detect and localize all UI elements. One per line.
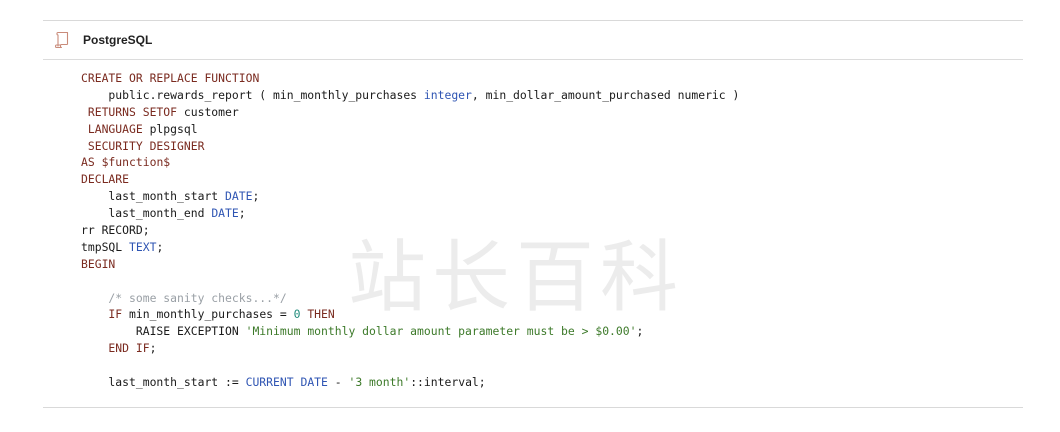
code-token: END IF	[81, 341, 150, 356]
code-token: RAISE EXCEPTION	[81, 324, 246, 339]
code-token: SECURITY DESIGNER	[81, 138, 205, 153]
code-token: 'Minimum monthly dollar amount parameter…	[245, 324, 637, 339]
code-token: ;	[238, 206, 246, 221]
code-line: tmpSQL TEXT;	[81, 239, 1023, 256]
code-token: tmpSQL	[81, 239, 130, 254]
code-token: -	[327, 375, 349, 390]
code-line: /* some sanity checks...*/	[81, 290, 1023, 307]
code-token: CURRENT DATE	[245, 375, 328, 390]
code-block: PostgreSQL 站长百科 CREATE OR REPLACE FUNCTI…	[43, 20, 1023, 408]
code-token: DATE	[225, 189, 253, 204]
code-token: $function$	[101, 155, 171, 170]
code-line: last_month_end DATE;	[81, 205, 1023, 222]
code-block-header: PostgreSQL	[43, 21, 1023, 60]
code-token: , min_dollar_amount_purchased numeric )	[471, 87, 740, 102]
code-token: /* some sanity checks...*/	[81, 290, 287, 305]
code-token: customer	[183, 104, 239, 119]
code-token: BEGIN	[81, 256, 116, 271]
code-token: ::interval;	[410, 375, 486, 390]
code-line: BEGIN	[81, 256, 1023, 273]
code-token: CREATE OR REPLACE FUNCTION	[81, 71, 260, 85]
code-content[interactable]: 站长百科 CREATE OR REPLACE FUNCTION public.r…	[43, 60, 1023, 406]
code-token: ;	[636, 324, 644, 339]
code-token: public.rewards_report ( min_monthly_purc…	[81, 87, 424, 102]
code-token: ;	[149, 341, 157, 356]
code-token: IF	[81, 307, 130, 322]
code-line: CREATE OR REPLACE FUNCTION	[81, 70, 1023, 87]
code-token: AS	[81, 155, 102, 170]
code-token: '3 month'	[348, 375, 411, 390]
code-token: min_monthly_purchases =	[129, 307, 294, 322]
code-line: DECLARE	[81, 171, 1023, 188]
code-token: last_month_start :=	[81, 375, 246, 390]
code-token: last_month_start	[81, 189, 226, 204]
code-line: AS $function$	[81, 154, 1023, 171]
code-token: plpgsql	[149, 121, 198, 136]
document-scroll-icon	[51, 29, 73, 51]
code-line: public.rewards_report ( min_monthly_purc…	[81, 87, 1023, 104]
code-line: rr RECORD;	[81, 222, 1023, 239]
code-line: last_month_start DATE;	[81, 188, 1023, 205]
code-line: RETURNS SETOF customer	[81, 104, 1023, 121]
code-token: ;	[142, 223, 150, 238]
code-token: LANGUAGE	[81, 121, 150, 136]
code-token: RECORD	[101, 223, 143, 238]
code-token: ;	[156, 239, 164, 254]
code-line: IF min_monthly_purchases = 0 THEN	[81, 306, 1023, 323]
code-token: THEN	[300, 307, 335, 322]
code-token: ;	[252, 189, 260, 204]
code-token: RETURNS SETOF	[81, 104, 184, 119]
code-token: TEXT	[129, 239, 157, 254]
code-token: DATE	[211, 206, 239, 221]
code-token: last_month_end	[81, 206, 212, 221]
language-label: PostgreSQL	[83, 33, 153, 47]
code-line: RAISE EXCEPTION 'Minimum monthly dollar …	[81, 323, 1023, 340]
code-token: rr	[81, 223, 102, 238]
code-line: LANGUAGE plpgsql	[81, 121, 1023, 138]
code-token: DECLARE	[81, 172, 130, 187]
code-line: last_month_start := CURRENT DATE - '3 mo…	[81, 374, 1023, 391]
code-token: integer	[423, 87, 472, 102]
code-line: SECURITY DESIGNER	[81, 138, 1023, 155]
code-line: END IF;	[81, 340, 1023, 357]
